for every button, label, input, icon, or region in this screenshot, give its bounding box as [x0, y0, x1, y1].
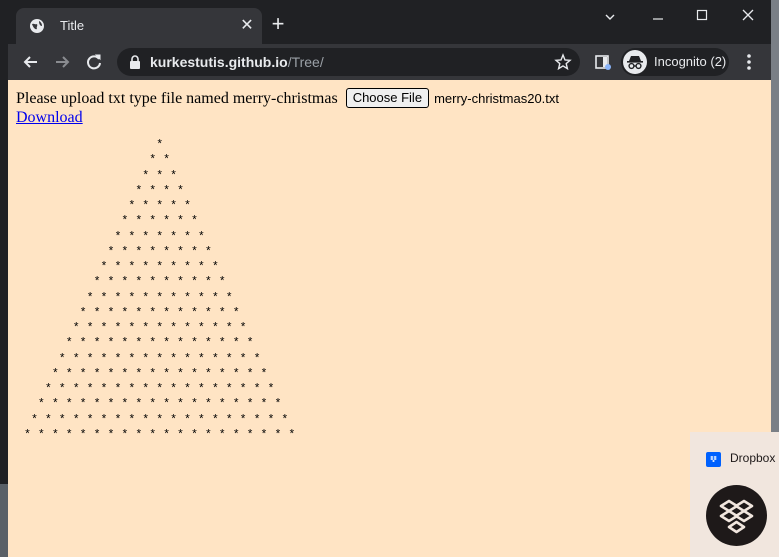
- upload-label: Please upload txt type file named merry-…: [16, 90, 338, 107]
- url-domain: kurkestutis.github.io: [150, 54, 288, 70]
- profile-label: Incognito (2): [654, 54, 727, 69]
- close-icon[interactable]: [733, 6, 763, 24]
- dropbox-badge-icon: [706, 452, 721, 467]
- desktop-edge: [0, 0, 8, 557]
- selected-file-name: merry-christmas20.txt: [434, 91, 560, 106]
- download-link[interactable]: Download: [16, 109, 83, 127]
- choose-file-button[interactable]: Choose File: [345, 88, 430, 108]
- dropbox-label: Dropbox: [730, 451, 776, 465]
- upload-row: Please upload txt type file named merry-…: [16, 88, 559, 110]
- browser-tab[interactable]: Title ✕: [16, 8, 262, 44]
- lock-icon[interactable]: [129, 55, 141, 69]
- incognito-profile-button[interactable]: Incognito (2): [621, 48, 729, 76]
- page-content: Please upload txt type file named merry-…: [8, 80, 771, 557]
- globe-icon: [30, 19, 44, 33]
- desktop-taskbar-edge: [0, 484, 8, 557]
- reload-icon[interactable]: [84, 52, 104, 72]
- address-bar[interactable]: kurkestutis.github.io/Tree/: [117, 48, 580, 76]
- url-path: /Tree/: [287, 54, 324, 70]
- back-arrow-icon[interactable]: [21, 52, 41, 72]
- forward-arrow-icon[interactable]: [52, 52, 72, 72]
- side-panel-icon[interactable]: [594, 53, 612, 71]
- incognito-icon: [623, 50, 647, 74]
- tab-title: Title: [60, 18, 85, 33]
- browser-toolbar: kurkestutis.github.io/Tree/ Incognito (2…: [8, 44, 771, 80]
- tab-search-icon[interactable]: [595, 6, 625, 24]
- new-tab-button[interactable]: +: [268, 13, 288, 35]
- maximize-icon[interactable]: [687, 6, 717, 24]
- browser-window: Title ✕ + kurkestutis.github.io/Tree/ In…: [8, 0, 771, 557]
- tab-close-icon[interactable]: ✕: [238, 17, 256, 35]
- dropbox-logo-icon[interactable]: [706, 485, 767, 546]
- kebab-menu-icon[interactable]: [741, 52, 757, 72]
- title-bar: Title ✕ +: [8, 0, 771, 44]
- star-icon[interactable]: [554, 53, 572, 71]
- dropbox-popup[interactable]: Dropbox: [690, 432, 779, 557]
- minimize-icon[interactable]: [643, 6, 673, 24]
- christmas-tree: * * * * * * * * * * * * * * * * * * * * …: [24, 139, 296, 442]
- url-text[interactable]: kurkestutis.github.io/Tree/: [150, 54, 324, 70]
